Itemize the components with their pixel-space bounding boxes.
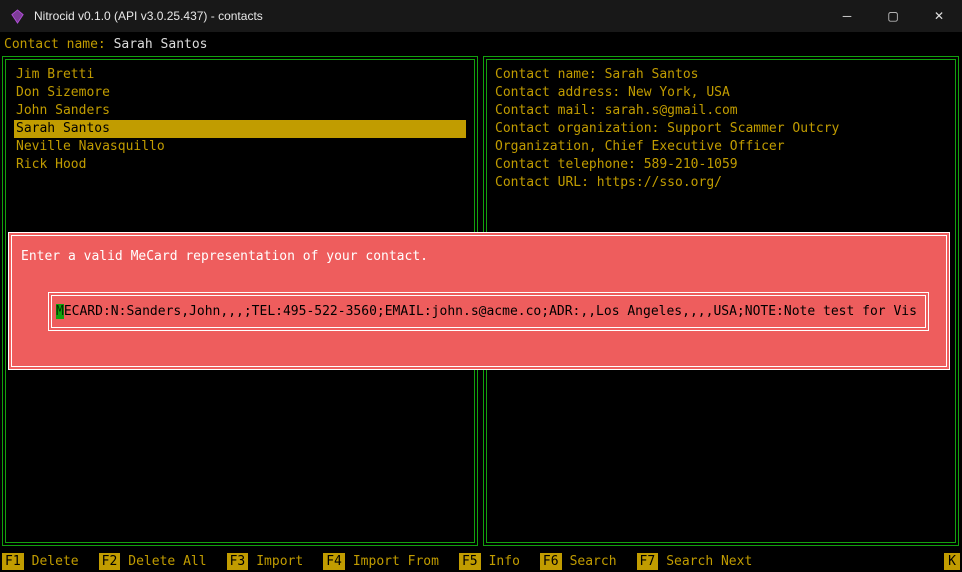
keybinding-import[interactable]: F3 Import xyxy=(227,553,304,570)
show-keybindings-key[interactable]: K xyxy=(944,553,960,570)
keybinding-label: Import From xyxy=(353,554,439,569)
keybinding-label: Delete All xyxy=(128,554,206,569)
contact-detail-line: Contact address: New York, USA xyxy=(495,84,947,102)
contact-detail-line: Contact name: Sarah Santos xyxy=(495,66,947,84)
mecard-dialog: Enter a valid MeCard representation of y… xyxy=(8,232,950,370)
keybinding-label: Info xyxy=(489,554,520,569)
text-cursor: M xyxy=(56,304,64,319)
contact-list-item[interactable]: John Sanders xyxy=(14,102,466,120)
keybinding-delete-all[interactable]: F2 Delete All xyxy=(99,553,207,570)
keybinding-label: Delete xyxy=(32,554,79,569)
contact-list-item[interactable]: Neville Navasquillo xyxy=(14,138,466,156)
keybinding-search-next[interactable]: F7 Search Next xyxy=(637,553,753,570)
contact-name-header-label: Contact name: xyxy=(4,37,106,52)
close-button[interactable]: ✕ xyxy=(916,0,962,32)
maximize-button[interactable]: ▢ xyxy=(870,0,916,32)
contact-list-item[interactable]: Sarah Santos xyxy=(14,120,466,138)
mecard-input[interactable]: MECARD:N:Sanders,John,,,;TEL:495-522-356… xyxy=(48,292,929,331)
contact-list-item[interactable]: Rick Hood xyxy=(14,156,466,174)
keybinding-label: Search Next xyxy=(666,554,752,569)
keybinding-key[interactable]: F5 xyxy=(459,553,481,570)
contact-detail-line: Contact mail: sarah.s@gmail.com xyxy=(495,102,947,120)
mecard-input-text: MECARD:N:Sanders,John,,,;TEL:495-522-356… xyxy=(56,304,917,319)
keybinding-key[interactable]: F2 xyxy=(99,553,121,570)
contact-detail-line: Contact URL: https://sso.org/ xyxy=(495,174,947,192)
contact-detail-line: Contact telephone: 589-210-1059 xyxy=(495,156,947,174)
contact-detail-line: Contact organization: Support Scammer Ou… xyxy=(495,120,947,156)
mecard-dialog-prompt: Enter a valid MeCard representation of y… xyxy=(21,249,428,264)
keybinding-delete[interactable]: F1 Delete xyxy=(2,553,79,570)
contact-list-item[interactable]: Jim Bretti xyxy=(14,66,466,84)
keybinding-key[interactable]: F3 xyxy=(227,553,249,570)
keybinding-key[interactable]: F7 xyxy=(637,553,659,570)
keybinding-key[interactable]: F4 xyxy=(323,553,345,570)
keybinding-key[interactable]: F6 xyxy=(540,553,562,570)
keybinding-info[interactable]: F5 Info xyxy=(459,553,520,570)
keybinding-import-from[interactable]: F4 Import From xyxy=(323,553,439,570)
titlebar[interactable]: Nitrocid v0.1.0 (API v3.0.25.437) - cont… xyxy=(0,0,962,32)
minimize-button[interactable]: ─ xyxy=(824,0,870,32)
contact-list-item[interactable]: Don Sizemore xyxy=(14,84,466,102)
contact-name-header-value: Sarah Santos xyxy=(114,37,208,52)
keybinding-key[interactable]: F1 xyxy=(2,553,24,570)
keybindings-bar: F1 Delete F2 Delete All F3 Import F4 Import Fro… xyxy=(0,551,962,572)
contact-name-header: Contact name: Sarah Santos xyxy=(0,32,962,56)
keybinding-label: Import xyxy=(256,554,303,569)
window-controls: ─ ▢ ✕ xyxy=(824,0,962,32)
nitrocid-logo-icon xyxy=(10,9,25,24)
keybinding-search[interactable]: F6 Search xyxy=(540,553,617,570)
window-title: Nitrocid v0.1.0 (API v3.0.25.437) - cont… xyxy=(34,9,263,23)
keybinding-label: Search xyxy=(570,554,617,569)
